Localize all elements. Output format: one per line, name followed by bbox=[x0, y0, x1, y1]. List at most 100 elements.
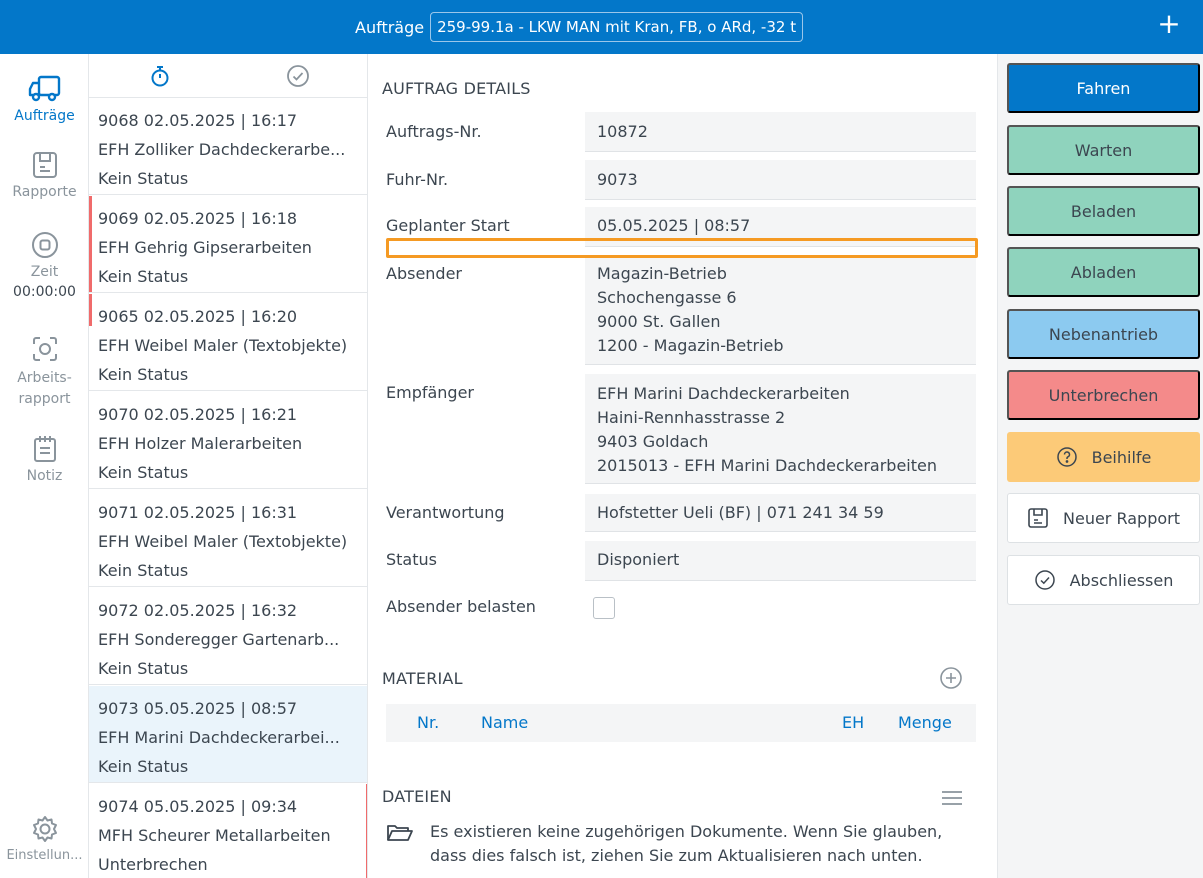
order-status: Unterbrechen bbox=[98, 855, 208, 874]
new-report-button[interactable]: Neuer Rapport bbox=[1007, 493, 1200, 543]
order-id-date: 9068 02.05.2025 | 16:17 bbox=[98, 111, 298, 130]
order-title: EFH Weibel Maler (Textobjekte) bbox=[98, 336, 348, 355]
order-no-label: Auftrags-Nr. bbox=[386, 122, 482, 141]
charge-sender-checkbox[interactable] bbox=[593, 597, 615, 619]
folder-open-icon bbox=[387, 825, 413, 841]
help-button[interactable]: Beihilfe bbox=[1007, 432, 1200, 482]
recipient-value: EFH Marini Dachdeckerarbeiten Haini-Renn… bbox=[585, 374, 976, 484]
top-bar: Aufträge 259-99.1a - LKW MAN mit Kran, F… bbox=[0, 0, 1203, 54]
complete-label: Abschliessen bbox=[1069, 570, 1174, 590]
details-section-title: AUFTRAG DETAILS bbox=[382, 79, 531, 98]
order-title: EFH Weibel Maler (Textobjekte) bbox=[98, 532, 348, 551]
add-order-button[interactable]: + bbox=[1155, 10, 1183, 39]
sender-label: Absender bbox=[386, 264, 462, 283]
stopwatch-icon[interactable] bbox=[148, 64, 172, 88]
notepad-icon bbox=[33, 436, 56, 462]
nav-item-reports[interactable]: Rapporte bbox=[0, 150, 89, 200]
load-button[interactable]: Beladen bbox=[1007, 186, 1200, 236]
nav-item-work-report[interactable]: Arbeits- rapport bbox=[0, 334, 89, 410]
order-item[interactable]: 9072 02.05.2025 | 16:32 EFH Sonderegger … bbox=[89, 588, 367, 685]
recipient-line: 9403 Goldach bbox=[597, 432, 709, 451]
order-title: EFH Sonderegger Gartenarb... bbox=[98, 630, 340, 649]
col-qty: Menge bbox=[898, 713, 952, 732]
time-value: 00:00:00 bbox=[13, 284, 76, 300]
col-nr: Nr. bbox=[417, 713, 440, 732]
check-circle-icon[interactable] bbox=[286, 64, 310, 88]
unload-button[interactable]: Abladen bbox=[1007, 247, 1200, 297]
gear-icon bbox=[32, 816, 57, 842]
trip-no-value: 9073 bbox=[585, 160, 976, 200]
order-status: Kein Status bbox=[98, 169, 189, 188]
nav-label-work-report-2: rapport bbox=[18, 391, 71, 407]
focus-highlight bbox=[386, 238, 978, 258]
material-table-header: Nr. Name EH Menge bbox=[386, 704, 976, 742]
status-indicator bbox=[89, 294, 92, 326]
nav-label-work-report-1: Arbeits- bbox=[17, 370, 72, 386]
files-section-title: DATEIEN bbox=[382, 787, 452, 806]
status-label: Status bbox=[386, 550, 437, 569]
planned-start-label: Geplanter Start bbox=[386, 216, 510, 235]
order-no-value: 10872 bbox=[585, 112, 976, 152]
nav-label-orders: Aufträge bbox=[14, 108, 75, 124]
order-item[interactable]: 9074 05.05.2025 | 09:34 MFH Scheurer Met… bbox=[89, 784, 367, 878]
sender-line: Schochengasse 6 bbox=[597, 288, 737, 307]
order-details-panel: AUFTRAG DETAILS Auftrags-Nr. 10872 Fuhr-… bbox=[368, 54, 997, 878]
order-id-date: 9070 02.05.2025 | 16:21 bbox=[98, 405, 298, 424]
nav-label-reports: Rapporte bbox=[12, 184, 77, 200]
nav-item-note[interactable]: Notiz bbox=[0, 434, 89, 484]
wait-button[interactable]: Warten bbox=[1007, 125, 1200, 175]
nav-item-settings[interactable]: Einstellun... bbox=[0, 814, 89, 863]
recipient-line: Haini-Rennhasstrasse 2 bbox=[597, 408, 786, 427]
files-empty-line-1: Es existieren keine zugehörigen Dokument… bbox=[430, 822, 943, 841]
recipient-line: 2015013 - EFH Marini Dachdeckerarbeiten bbox=[597, 456, 937, 475]
order-item[interactable]: 9070 02.05.2025 | 16:21 EFH Holzer Maler… bbox=[89, 392, 367, 489]
nav-item-time[interactable]: Zeit 00:00:00 bbox=[0, 230, 89, 300]
order-status: Kein Status bbox=[98, 757, 189, 776]
report-icon bbox=[32, 152, 57, 178]
sender-value: Magazin-Betrieb Schochengasse 6 9000 St.… bbox=[585, 255, 976, 365]
truck-icon bbox=[28, 75, 60, 102]
order-status: Kein Status bbox=[98, 659, 189, 678]
order-item[interactable]: 9071 02.05.2025 | 16:31 EFH Weibel Maler… bbox=[89, 490, 367, 587]
action-panel: Fahren Warten Beladen Abladen Nebenantri… bbox=[997, 54, 1203, 878]
nav-item-orders[interactable]: Aufträge bbox=[0, 74, 89, 124]
menu-icon[interactable] bbox=[940, 786, 964, 810]
pto-button[interactable]: Nebenantrieb bbox=[1007, 309, 1200, 359]
order-id-date: 9072 02.05.2025 | 16:32 bbox=[98, 601, 298, 620]
col-unit: EH bbox=[842, 713, 865, 732]
order-id-date: 9071 02.05.2025 | 16:31 bbox=[98, 503, 298, 522]
question-circle-icon bbox=[1056, 447, 1077, 467]
files-empty-note: Es existieren keine zugehörigen Dokument… bbox=[386, 820, 986, 868]
files-empty-line-2: dass dies falsch ist, ziehen Sie zum Akt… bbox=[430, 846, 923, 865]
order-title: EFH Zolliker Dachdeckerarbe... bbox=[98, 140, 346, 159]
scan-icon bbox=[32, 337, 57, 361]
check-circle-icon bbox=[1034, 570, 1055, 590]
help-label: Beihilfe bbox=[1091, 447, 1152, 467]
new-report-label: Neuer Rapport bbox=[1063, 508, 1180, 528]
interrupt-button[interactable]: Unterbrechen bbox=[1007, 370, 1200, 420]
sender-line: 1200 - Magazin-Betrieb bbox=[597, 336, 784, 355]
order-title: EFH Holzer Malerarbeiten bbox=[98, 434, 303, 453]
vehicle-select[interactable]: 259-99.1a - LKW MAN mit Kran, FB, o ARd,… bbox=[430, 12, 804, 42]
side-nav: Aufträge Rapporte Zeit 00:00:00 Arbeits-… bbox=[0, 54, 89, 878]
col-name: Name bbox=[481, 713, 529, 732]
order-status: Kein Status bbox=[98, 267, 189, 286]
order-item[interactable]: 9065 02.05.2025 | 16:20 EFH Weibel Maler… bbox=[89, 294, 367, 391]
order-status: Kein Status bbox=[98, 561, 189, 580]
order-id-date: 9074 05.05.2025 | 09:34 bbox=[98, 797, 298, 816]
order-title: EFH Gehrig Gipserarbeiten bbox=[98, 238, 312, 257]
order-status: Kein Status bbox=[98, 463, 189, 482]
charge-sender-label: Absender belasten bbox=[386, 597, 536, 616]
drive-button[interactable]: Fahren bbox=[1007, 63, 1200, 113]
sender-line: Magazin-Betrieb bbox=[597, 264, 727, 283]
order-id-date: 9073 05.05.2025 | 08:57 bbox=[98, 699, 298, 718]
complete-button[interactable]: Abschliessen bbox=[1007, 555, 1200, 605]
order-item[interactable]: 9068 02.05.2025 | 16:17 EFH Zolliker Dac… bbox=[89, 98, 367, 195]
header-title: Aufträge bbox=[355, 17, 425, 37]
order-item-selected[interactable]: 9073 05.05.2025 | 08:57 EFH Marini Dachd… bbox=[89, 686, 367, 783]
order-item[interactable]: 9069 02.05.2025 | 16:18 EFH Gehrig Gipse… bbox=[89, 196, 367, 293]
add-material-icon[interactable] bbox=[939, 666, 963, 690]
report-icon bbox=[1028, 508, 1048, 528]
stop-icon bbox=[31, 232, 58, 258]
trip-no-label: Fuhr-Nr. bbox=[386, 170, 449, 189]
